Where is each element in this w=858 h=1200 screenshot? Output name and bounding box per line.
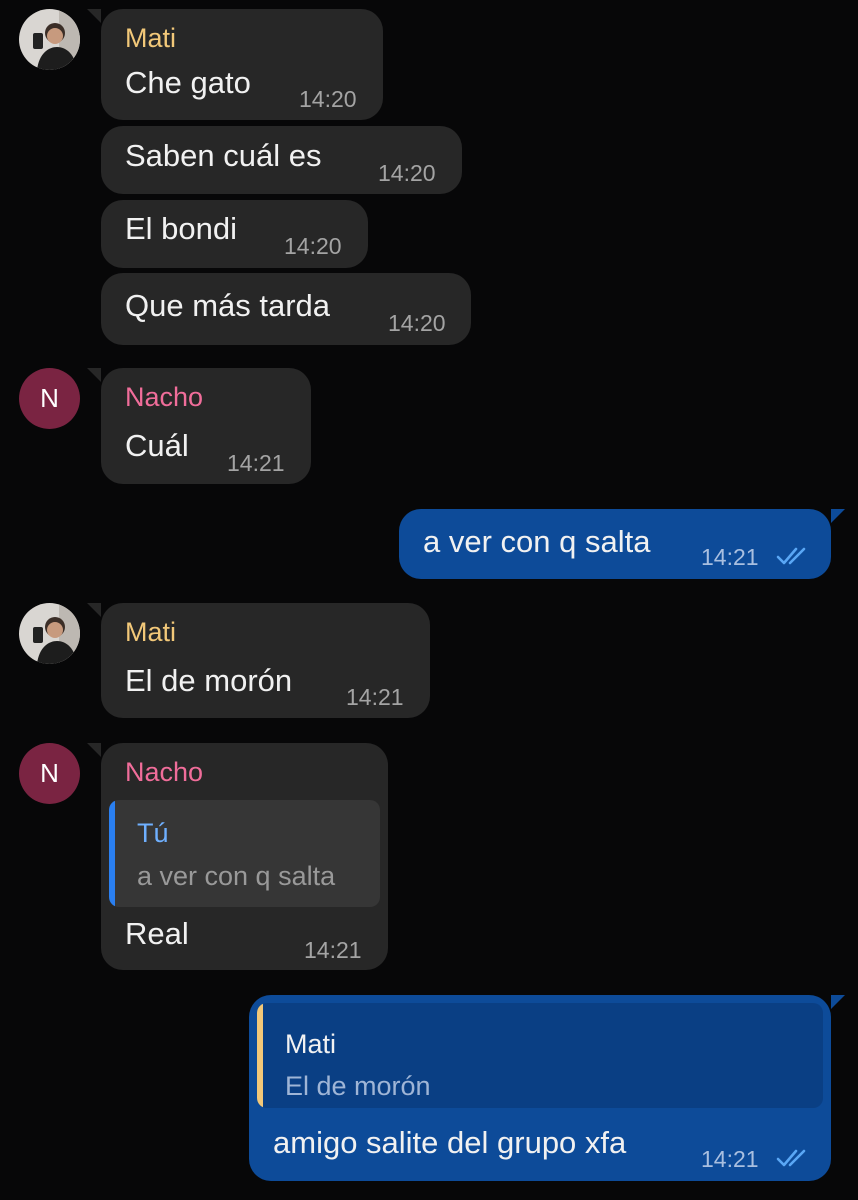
message-bubble-outgoing[interactable]: a ver con q salta 14:21 xyxy=(399,509,845,579)
avatar-mati[interactable] xyxy=(19,9,80,70)
sender-name[interactable]: Nacho xyxy=(125,757,203,787)
message-bubble-incoming[interactable]: Que más tarda 14:20 xyxy=(101,273,471,345)
sender-name[interactable]: Mati xyxy=(125,617,176,647)
message-bubble-outgoing[interactable]: Mati El de morón amigo salite del grupo … xyxy=(249,995,845,1181)
message-time: 14:21 xyxy=(304,937,362,963)
message-time: 14:20 xyxy=(284,233,342,259)
quoted-sender: Mati xyxy=(285,1029,337,1059)
avatar-nacho[interactable]: N xyxy=(19,743,80,804)
message-text: a ver con q salta xyxy=(423,524,651,559)
message-text: El bondi xyxy=(125,211,238,246)
quoted-text: El de morón xyxy=(285,1071,431,1101)
double-check-icon xyxy=(776,547,806,565)
message-text: Saben cuál es xyxy=(125,138,322,173)
message-text: Cuál xyxy=(125,428,189,463)
message-bubble-incoming[interactable]: Nacho Tú a ver con q salta Real 14:21 xyxy=(87,743,388,970)
avatar-mati[interactable] xyxy=(19,603,80,664)
message-time: 14:20 xyxy=(299,86,357,112)
quoted-message[interactable]: Tú a ver con q salta xyxy=(109,800,380,907)
avatar-nacho[interactable]: N xyxy=(19,368,80,429)
sender-name[interactable]: Nacho xyxy=(125,382,203,412)
quoted-sender: Tú xyxy=(137,818,169,848)
message-text: Que más tarda xyxy=(125,288,331,323)
avatar-letter: N xyxy=(40,758,59,788)
message-time: 14:21 xyxy=(701,544,759,570)
message-bubble-incoming[interactable]: Saben cuál es 14:20 xyxy=(101,126,462,194)
message-text: El de morón xyxy=(125,663,293,698)
message-text: amigo salite del grupo xfa xyxy=(273,1125,627,1160)
message-bubble-incoming[interactable]: Mati El de morón 14:21 xyxy=(87,603,430,718)
message-text: Che gato xyxy=(125,65,251,100)
person-photo-icon xyxy=(19,603,80,664)
message-time: 14:21 xyxy=(701,1146,759,1172)
message-bubble-incoming[interactable]: Nacho Cuál 14:21 xyxy=(87,368,311,484)
message-bubble-incoming[interactable]: Mati Che gato 14:20 xyxy=(87,9,383,120)
message-time: 14:21 xyxy=(227,450,285,476)
double-check-icon xyxy=(776,1149,806,1167)
avatar-letter: N xyxy=(40,383,59,413)
message-time: 14:20 xyxy=(388,310,446,336)
message-text: Real xyxy=(125,916,189,951)
quoted-message[interactable]: Mati El de morón xyxy=(257,1003,823,1108)
quoted-text: a ver con q salta xyxy=(137,861,336,891)
person-photo-icon xyxy=(19,9,80,70)
message-time: 14:21 xyxy=(346,684,404,710)
sender-name[interactable]: Mati xyxy=(125,23,176,53)
message-time: 14:20 xyxy=(378,160,436,186)
message-bubble-incoming[interactable]: El bondi 14:20 xyxy=(101,200,368,268)
